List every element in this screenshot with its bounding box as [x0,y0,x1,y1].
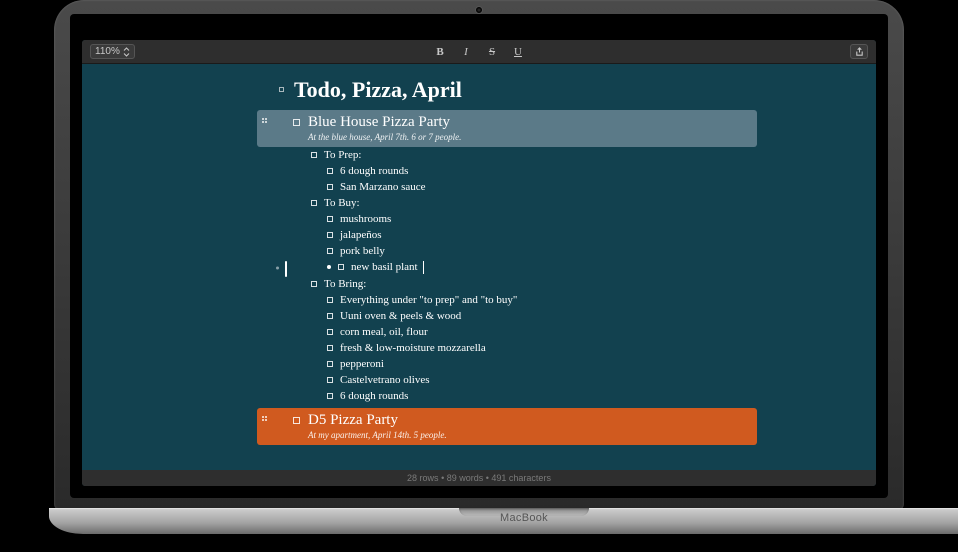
group-label: To Prep: [324,149,361,161]
format-group: B I S U [434,45,524,59]
checkbox-icon[interactable] [293,119,300,126]
checkbox-icon[interactable] [327,345,333,351]
caret [423,261,424,274]
checkbox-icon[interactable] [327,329,333,335]
section-title: D5 Pizza Party [308,412,398,429]
section-subtitle: At my apartment, April 14th. 5 people. [293,430,757,440]
checkbox-icon[interactable] [327,232,333,238]
laptop-frame: 110% B I S U [49,0,909,534]
group-label: To Buy: [324,197,360,209]
text-cursor [285,261,287,277]
strike-button[interactable]: S [486,45,498,59]
checkbox-icon[interactable] [327,168,333,174]
section-block[interactable]: Blue House Pizza Party At the blue house… [257,110,757,147]
toolbar: 110% B I S U [82,40,876,64]
group-row[interactable]: To Prep: [82,147,876,163]
group-row[interactable]: To Buy: [82,195,876,211]
section-subtitle: At the blue house, April 7th. 6 or 7 peo… [293,132,757,142]
zoom-value: 110% [95,46,120,57]
section-title: Blue House Pizza Party [308,114,450,131]
checkbox-icon[interactable] [327,393,333,399]
document-area[interactable]: Todo, Pizza, April Blue House Pizza Part… [82,64,876,470]
list-item[interactable]: Uuni oven & peels & wood [82,308,876,324]
chevron-updown-icon [123,47,130,57]
gutter-bullet-icon [276,266,279,269]
checkbox-icon[interactable] [327,297,333,303]
drag-handle-icon[interactable] [262,118,268,124]
checkbox-icon[interactable] [311,200,317,206]
status-chars: 491 characters [491,473,551,483]
italic-button[interactable]: I [460,45,472,59]
share-button[interactable] [850,44,868,59]
section-block[interactable]: D5 Pizza Party At my apartment, April 14… [257,408,757,445]
list-item[interactable]: pork belly [82,243,876,259]
checkbox-icon[interactable] [327,184,333,190]
group-row[interactable]: To Bring: [82,276,876,292]
checkbox-icon[interactable] [338,264,344,270]
list-item[interactable]: Castelvetrano olives [82,372,876,388]
drag-handle-icon[interactable] [262,416,268,422]
checkbox-icon[interactable] [311,152,317,158]
screen-bezel: 110% B I S U [70,14,888,498]
device-label: MacBook [500,512,548,524]
laptop-base: MacBook [49,508,958,534]
laptop-lid: 110% B I S U [54,0,904,510]
group-label: To Bring: [324,278,366,290]
list-item[interactable]: 6 dough rounds [82,388,876,404]
share-icon [855,47,864,57]
list-item[interactable]: fresh & low-moisture mozzarella [82,340,876,356]
list-item[interactable]: Everything under "to prep" and "to buy" [82,292,876,308]
checkbox-icon[interactable] [293,417,300,424]
list-item[interactable]: mushrooms [82,211,876,227]
dot-icon [327,265,331,269]
checkbox-icon[interactable] [327,248,333,254]
zoom-dropdown[interactable]: 110% [90,44,135,59]
status-rows: 28 rows [407,473,439,483]
list-item[interactable]: jalapeños [82,227,876,243]
status-words: 89 words [447,473,484,483]
app-window: 110% B I S U [82,40,876,486]
list-item[interactable]: 6 dough rounds [82,163,876,179]
list-item[interactable]: San Marzano sauce [82,179,876,195]
checkbox-icon[interactable] [327,313,333,319]
bold-button[interactable]: B [434,45,446,59]
doc-title-row[interactable]: Todo, Pizza, April [82,74,876,106]
checkbox-icon[interactable] [327,377,333,383]
list-item[interactable]: corn meal, oil, flour [82,324,876,340]
bullet-icon [279,87,284,92]
checkbox-icon[interactable] [327,216,333,222]
camera [475,6,483,14]
status-bar: 28 rows • 89 words • 491 characters [82,470,876,486]
doc-title: Todo, Pizza, April [294,74,462,106]
list-item[interactable]: pepperoni [82,356,876,372]
underline-button[interactable]: U [512,45,524,59]
checkbox-icon[interactable] [327,361,333,367]
checkbox-icon[interactable] [311,281,317,287]
